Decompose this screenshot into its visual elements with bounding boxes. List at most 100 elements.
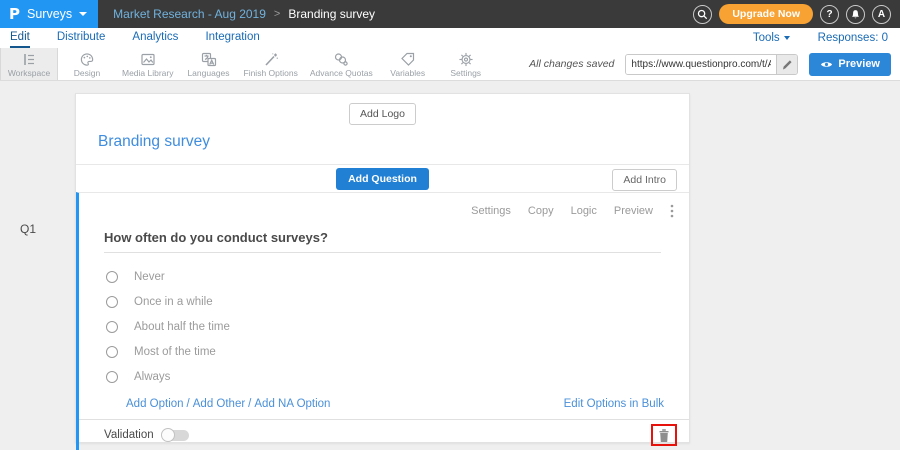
radio-button[interactable] <box>106 371 118 383</box>
toggle-knob-icon <box>161 428 175 442</box>
toolbar-item-label: Languages <box>187 68 229 78</box>
nav-items: Edit Distribute Analytics Integration <box>0 28 260 48</box>
toolbar-item-advance-quotas[interactable]: Advance Quotas <box>304 48 379 80</box>
wand-icon <box>263 52 279 67</box>
toolbar-item-label: Finish Options <box>244 68 298 78</box>
responses-count[interactable]: Responses: 0 <box>818 32 888 44</box>
search-button[interactable] <box>693 5 712 24</box>
validation-label: Validation <box>104 429 154 441</box>
question-text[interactable]: How often do you conduct surveys? <box>104 230 661 253</box>
workspace-icon <box>21 52 37 67</box>
add-question-button[interactable]: Add Question <box>336 168 429 190</box>
breadcrumb: Market Research - Aug 2019 > Branding su… <box>113 7 375 21</box>
option-label[interactable]: About half the time <box>134 321 230 333</box>
title-row: Branding survey <box>76 125 689 164</box>
toolbar-item-label: Settings <box>450 68 481 78</box>
palette-icon <box>79 52 95 67</box>
kebab-menu-icon <box>670 204 674 218</box>
question-settings-link[interactable]: Settings <box>471 205 511 217</box>
tab-distribute[interactable]: Distribute <box>57 28 106 48</box>
questionpro-logo-icon: P <box>9 5 20 23</box>
link-separator: / <box>248 398 251 410</box>
option-links-row: Add Option/Add Other/Add NA Option Edit … <box>126 398 664 410</box>
option-label[interactable]: Always <box>134 371 170 383</box>
trash-icon <box>658 428 670 443</box>
image-icon <box>140 52 156 67</box>
radio-button[interactable] <box>106 271 118 283</box>
toolbar-item-variables[interactable]: Variables <box>379 48 437 80</box>
option-row: Always <box>106 364 689 389</box>
answer-options: Never Once in a while About half the tim… <box>106 264 689 389</box>
add-intro-button[interactable]: Add Intro <box>612 169 677 191</box>
question-id-label: Q1 <box>20 222 36 236</box>
option-row: Once in a while <box>106 289 689 314</box>
toolbar-item-languages[interactable]: Languages <box>180 48 238 80</box>
toolbar-item-label: Variables <box>390 68 425 78</box>
preview-button-label: Preview <box>838 58 880 70</box>
add-option-link[interactable]: Add Option <box>126 398 184 410</box>
translate-icon <box>201 52 217 67</box>
toolbar-item-workspace[interactable]: Workspace <box>0 48 58 80</box>
breadcrumb-current: Branding survey <box>288 7 375 21</box>
preview-button[interactable]: Preview <box>809 53 891 76</box>
nav-right: Tools Responses: 0 <box>753 32 900 44</box>
survey-url-box <box>625 54 798 75</box>
add-logo-button[interactable]: Add Logo <box>349 103 416 125</box>
tab-edit[interactable]: Edit <box>10 28 30 48</box>
help-button[interactable]: ? <box>820 5 839 24</box>
tag-icon <box>400 52 416 67</box>
radio-button[interactable] <box>106 321 118 333</box>
question-logic-link[interactable]: Logic <box>571 205 597 217</box>
section-nav: Edit Distribute Analytics Integration To… <box>0 28 900 48</box>
question-footer: Validation <box>79 419 689 450</box>
toolbar-item-design[interactable]: Design <box>58 48 116 80</box>
option-label[interactable]: Never <box>134 271 165 283</box>
question-copy-link[interactable]: Copy <box>528 205 554 217</box>
option-label[interactable]: Once in a while <box>134 296 213 308</box>
option-row: Most of the time <box>106 339 689 364</box>
toolbar-item-label: Media Library <box>122 68 174 78</box>
more-options-button[interactable] <box>670 204 674 218</box>
link-separator: / <box>187 398 190 410</box>
add-question-row: Add Question Add Intro <box>76 164 689 192</box>
toolbar-item-label: Workspace <box>8 68 50 78</box>
survey-card: Add Logo Branding survey Add Question Ad… <box>75 93 690 443</box>
delete-question-button-highlighted[interactable] <box>651 424 677 446</box>
tab-integration[interactable]: Integration <box>205 28 259 48</box>
toolbar-item-settings[interactable]: Settings <box>437 48 495 80</box>
breadcrumb-separator: > <box>274 8 280 20</box>
product-menu-label: Surveys <box>27 7 72 21</box>
avatar[interactable]: A <box>872 5 891 24</box>
toolbar-item-label: Advance Quotas <box>310 68 373 78</box>
upgrade-now-button[interactable]: Upgrade Now <box>719 4 813 24</box>
tab-analytics[interactable]: Analytics <box>132 28 178 48</box>
add-other-link[interactable]: Add Other <box>193 398 245 410</box>
add-option-links: Add Option/Add Other/Add NA Option <box>126 398 330 410</box>
pencil-icon <box>782 59 793 70</box>
product-menu[interactable]: P Surveys <box>0 0 98 28</box>
radio-button[interactable] <box>106 346 118 358</box>
survey-title[interactable]: Branding survey <box>98 133 210 150</box>
tools-menu[interactable]: Tools <box>753 32 790 44</box>
builder-toolbar: Workspace Design Media Library Languages… <box>0 48 900 81</box>
chevron-down-icon <box>79 12 87 16</box>
breadcrumb-parent-link[interactable]: Market Research - Aug 2019 <box>113 7 266 21</box>
option-label[interactable]: Most of the time <box>134 346 216 358</box>
edit-options-in-bulk-link[interactable]: Edit Options in Bulk <box>564 398 664 410</box>
toolbar-item-finish-options[interactable]: Finish Options <box>238 48 304 80</box>
edit-url-button[interactable] <box>776 55 797 74</box>
toolbar-item-label: Design <box>74 68 100 78</box>
option-row: About half the time <box>106 314 689 339</box>
logo-row: Add Logo <box>76 94 689 125</box>
question-block: Settings Copy Logic Preview How often do… <box>76 192 689 450</box>
validation-toggle[interactable] <box>162 430 189 441</box>
add-na-option-link[interactable]: Add NA Option <box>254 398 330 410</box>
topbar-actions: Upgrade Now ? A <box>693 4 900 24</box>
toolbar-item-media-library[interactable]: Media Library <box>116 48 180 80</box>
survey-url-input[interactable] <box>626 55 776 74</box>
question-preview-link[interactable]: Preview <box>614 205 653 217</box>
search-icon <box>697 9 708 20</box>
autosave-status: All changes saved <box>529 58 614 70</box>
radio-button[interactable] <box>106 296 118 308</box>
notifications-button[interactable] <box>846 5 865 24</box>
